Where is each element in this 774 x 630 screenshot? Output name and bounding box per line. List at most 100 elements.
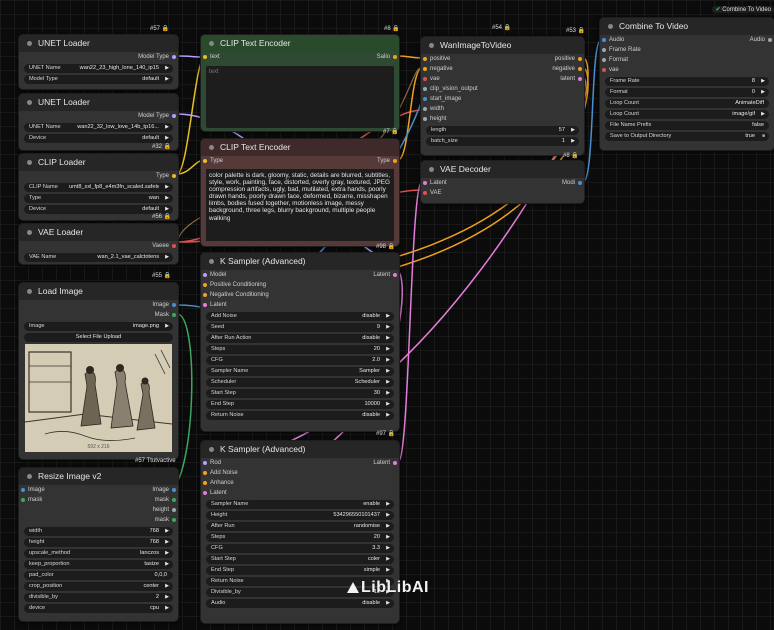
output-latent[interactable]: Latent	[373, 270, 399, 280]
clip-loader-node[interactable]: CLIP Loader Type CLIP Name umt8_xxl_fp8_e…	[18, 153, 179, 221]
collapse-dot-icon[interactable]	[27, 474, 32, 480]
input-clip-vision-output[interactable]: clip_vision_output	[421, 84, 584, 94]
clip-name-widget[interactable]: CLIP Name umt8_xxl_fp8_e4m3fn_scaled.safe…	[24, 183, 173, 192]
input-latent[interactable]: Latent	[201, 488, 399, 498]
loop-count-widget[interactable]: Loop Count AnimateDiff	[605, 99, 769, 108]
node-title[interactable]: K Sampler (Advanced)	[201, 441, 399, 458]
collapse-dot-icon[interactable]	[27, 100, 32, 106]
audio-widget[interactable]: Audio disable ▶	[206, 599, 394, 608]
input-latent[interactable]: Latent	[421, 178, 447, 188]
clip-text-encoder-node-2[interactable]: CLIP Text Encoder Type Type color palett…	[200, 138, 400, 247]
node-title[interactable]: VAE Decoder	[421, 161, 584, 178]
save-to-output-toggle[interactable]: Save to Output Directory true ■	[605, 132, 769, 141]
start-step-widget[interactable]: Start Step coler ▶	[206, 555, 394, 564]
input-type[interactable]: Type	[201, 156, 223, 166]
collapse-dot-icon[interactable]	[27, 41, 32, 47]
output-positive[interactable]: positive	[555, 54, 584, 64]
collapse-dot-icon[interactable]	[429, 43, 434, 49]
file-name-prefix-widget[interactable]: File Name Prefix false	[605, 121, 769, 130]
combine-to-video-tab[interactable]: ✔ Combine To Video	[712, 6, 774, 13]
node-title[interactable]: WanImageToVideo	[421, 37, 584, 54]
output-image[interactable]: Image	[152, 485, 178, 495]
scheduler-widget[interactable]: Scheduler Scheduler ▶	[206, 378, 394, 387]
length-widget[interactable]: length 57 ▶	[426, 126, 579, 135]
collapse-dot-icon[interactable]	[429, 167, 434, 173]
text-input-area[interactable]: text	[206, 66, 394, 128]
combine-to-video-node[interactable]: Combine To Video Audio Audio Frame Rate …	[599, 17, 774, 151]
input-frame-rate[interactable]: Frame Rate	[600, 45, 774, 55]
input-width[interactable]: width	[421, 104, 584, 114]
loop-count-widget-2[interactable]: Loop Count image/gif ▶	[605, 110, 769, 119]
crop-position-widget[interactable]: crop_position center ▶	[24, 582, 173, 591]
type-widget[interactable]: Type wan ▶	[24, 194, 173, 203]
sampler-name-widget[interactable]: Sampler Name Sampler ▶	[206, 367, 394, 376]
node-title[interactable]: Resize Image v2	[19, 468, 178, 485]
collapse-dot-icon[interactable]	[209, 259, 214, 265]
steps-widget[interactable]: Steps 20 ▶	[206, 345, 394, 354]
output-type[interactable]: Type	[19, 171, 178, 181]
input-latent[interactable]: Latent	[201, 300, 399, 310]
input-model[interactable]: Model	[201, 270, 226, 280]
input-format[interactable]: Format	[600, 55, 774, 65]
upscale-method-widget[interactable]: upscale_method lanczos ▶	[24, 549, 173, 558]
width-widget[interactable]: width 768 ▶	[24, 527, 173, 536]
height-widget[interactable]: Height 534296550101437 ▶	[206, 511, 394, 520]
input-audio[interactable]: Audio	[600, 35, 624, 45]
output-latent[interactable]: Latent	[373, 458, 399, 468]
device-widget[interactable]: Device default ▶	[24, 205, 173, 214]
output-height[interactable]: height	[19, 505, 178, 515]
batch-size-widget[interactable]: batch_size 1 ▶	[426, 137, 579, 146]
image-select-widget[interactable]: Image image.png ▶	[24, 322, 173, 331]
input-positive[interactable]: positive	[421, 54, 450, 64]
input-rod[interactable]: Rod	[201, 458, 221, 468]
keep-proportion-widget[interactable]: keep_proportion tasize ▶	[24, 560, 173, 569]
unet-name-widget[interactable]: UNET Name wan22_23_high_lone_140_ip15 ▶	[24, 64, 173, 73]
node-title[interactable]: UNET Loader	[19, 94, 178, 111]
cfg-widget[interactable]: CFG 3.3 ▶	[206, 544, 394, 553]
after-run-action-widget[interactable]: After Run Action disable ▶	[206, 334, 394, 343]
output-negative[interactable]: negative	[552, 64, 584, 74]
return-noise-widget[interactable]: Return Noise disable ▶	[206, 411, 394, 420]
output-image[interactable]: Image	[19, 300, 178, 310]
input-image[interactable]: Image	[19, 485, 45, 495]
unet-name-widget[interactable]: UNET Name wan22_32_low_love_14b_tp16... ▶	[24, 123, 173, 132]
height-widget[interactable]: height 768 ▶	[24, 538, 173, 547]
output-modi[interactable]: Modi	[562, 178, 584, 188]
input-add-noise[interactable]: Add Noise	[201, 468, 399, 478]
device-widget[interactable]: device cpu ▶	[24, 604, 173, 613]
node-title[interactable]: K Sampler (Advanced)	[201, 253, 399, 270]
wan-image-to-video-node[interactable]: WanImageToVideo positive positive negati…	[420, 36, 585, 156]
input-vae[interactable]: vae	[421, 74, 440, 84]
node-title[interactable]: Load Image	[19, 283, 178, 300]
clip-text-encoder-node-1[interactable]: CLIP Text Encoder text Salio text	[200, 34, 400, 132]
output-salio[interactable]: Salio	[377, 52, 399, 62]
collapse-dot-icon[interactable]	[209, 447, 214, 453]
input-start-image[interactable]: start_image	[421, 94, 584, 104]
end-step-widget[interactable]: End Step simple ▶	[206, 566, 394, 575]
add-noise-widget[interactable]: Add Noise disable ▶	[206, 312, 394, 321]
output-type[interactable]: Type	[377, 156, 399, 166]
node-title[interactable]: CLIP Loader	[19, 154, 178, 171]
collapse-dot-icon[interactable]	[209, 41, 214, 47]
negative-prompt-text[interactable]: color palette is dark, gloomy, static, d…	[206, 169, 394, 241]
end-step-widget[interactable]: End Step 10000 ▶	[206, 400, 394, 409]
node-title[interactable]: CLIP Text Encoder	[201, 139, 399, 156]
output-model-type[interactable]: Model Type	[19, 52, 178, 62]
output-mask-2[interactable]: mask	[19, 515, 178, 525]
node-title[interactable]: CLIP Text Encoder	[201, 35, 399, 52]
output-latent[interactable]: latent	[560, 74, 584, 84]
input-negative[interactable]: negative	[421, 64, 453, 74]
node-title[interactable]: VAE Loader	[19, 224, 178, 241]
collapse-dot-icon[interactable]	[27, 160, 32, 166]
vae-name-widget[interactable]: VAE Name wan_2.1_vae_calctotens ▶	[24, 253, 173, 262]
load-image-node[interactable]: Load Image Image Mask Image image.png ▶ Se…	[18, 282, 179, 460]
input-height[interactable]: height	[421, 114, 584, 124]
sampler-name-widget[interactable]: Sampler Name enable ▶	[206, 500, 394, 509]
output-audio[interactable]: Audio	[750, 35, 774, 45]
vae-loader-node[interactable]: VAE Loader Vaeee VAE Name wan_2.1_vae_cal…	[18, 223, 179, 265]
input-anhance[interactable]: Anhance	[201, 478, 399, 488]
frame-rate-widget[interactable]: Frame Rate 8 ▶	[605, 77, 769, 86]
input-negative-conditioning[interactable]: Negative Conditioning	[201, 290, 399, 300]
select-file-upload-button[interactable]: Select File Upload	[24, 333, 173, 342]
cfg-widget[interactable]: CFG 2.0 ▶	[206, 356, 394, 365]
